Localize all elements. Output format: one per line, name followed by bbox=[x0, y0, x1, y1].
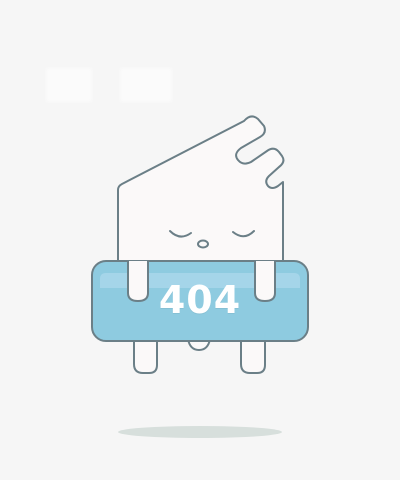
left-leg bbox=[133, 337, 158, 374]
ground-shadow bbox=[118, 426, 282, 438]
error-code: 404 bbox=[158, 278, 242, 322]
sleeping-ghost-icon bbox=[91, 115, 309, 438]
error-404-screen: 404 bbox=[0, 0, 400, 480]
right-leg bbox=[240, 337, 266, 374]
